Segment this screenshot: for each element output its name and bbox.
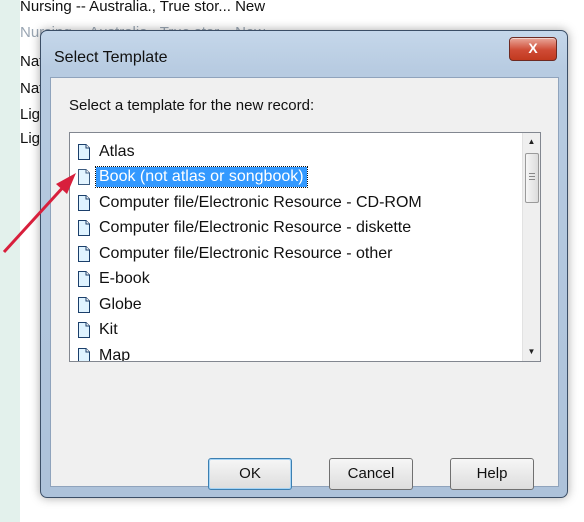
red-arrow-icon <box>2 173 76 254</box>
